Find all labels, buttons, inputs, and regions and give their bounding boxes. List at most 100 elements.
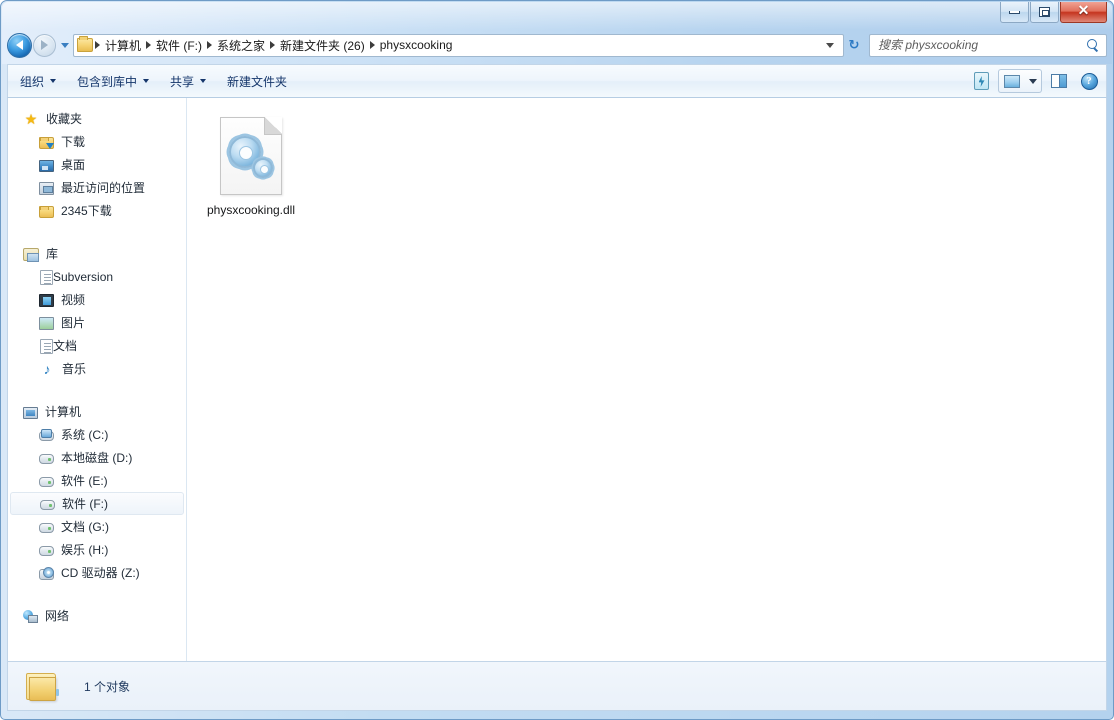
recent-pages-dropdown-icon[interactable] [61, 42, 69, 48]
search-input[interactable] [878, 38, 1087, 52]
menu-share[interactable]: 共享 [161, 69, 215, 93]
sidebar-header-network[interactable]: 网络 [8, 604, 186, 627]
video-icon [39, 294, 54, 307]
sidebar-item-drive-g[interactable]: 文档 (G:) [8, 515, 186, 538]
sidebar-item-drive-z[interactable]: CD 驱动器 (Z:) [8, 561, 186, 584]
sidebar-item-desktop-label: 桌面 [61, 157, 86, 172]
sidebar-item-documents[interactable]: 文档 [8, 334, 186, 357]
drive-icon [40, 500, 55, 510]
navigation-buttons [7, 32, 73, 58]
breadcrumb-item-4[interactable]: physxcooking [376, 36, 457, 54]
explorer-window: ✕ 计算机 软件 (F:) 系统之家 新建文件夹 (26) physxcooki… [0, 0, 1114, 720]
sidebar-item-drive-z-label: CD 驱动器 (Z:) [61, 565, 140, 580]
breadcrumb-item-3[interactable]: 新建文件夹 (26) [276, 35, 369, 56]
sidebar-item-2345-downloads[interactable]: 2345下载 [8, 199, 186, 222]
recent-places-icon [39, 182, 54, 195]
minimize-button[interactable] [1000, 2, 1029, 23]
music-icon: ♪ [43, 360, 51, 377]
menu-share-label: 共享 [170, 74, 195, 89]
breadcrumb-separator-icon [146, 41, 152, 49]
file-list-pane[interactable]: physxcooking.dll [187, 98, 1106, 662]
refresh-icon: ↻ [848, 37, 860, 52]
chevron-down-icon [1028, 78, 1037, 84]
sidebar-item-drive-h[interactable]: 娱乐 (H:) [8, 538, 186, 561]
forward-arrow-icon [41, 40, 48, 50]
sidebar-item-downloads[interactable]: 下载 [8, 130, 186, 153]
sidebar-item-subversion[interactable]: Subversion [8, 265, 186, 288]
navigation-pane: ★ 收藏夹 下载 桌面 最近访问的位置 2345下载 库 Subversion … [8, 98, 187, 662]
folder-icon [39, 205, 54, 218]
window-body: ★ 收藏夹 下载 桌面 最近访问的位置 2345下载 库 Subversion … [7, 98, 1107, 662]
network-icon [23, 610, 38, 623]
search-box[interactable] [869, 33, 1107, 57]
address-bar[interactable]: 计算机 软件 (F:) 系统之家 新建文件夹 (26) physxcooking [73, 33, 844, 57]
drive-icon [39, 477, 54, 487]
maximize-button[interactable] [1030, 2, 1059, 23]
sidebar-item-pictures[interactable]: 图片 [8, 311, 186, 334]
change-view-button[interactable] [998, 69, 1024, 93]
sidebar-item-music[interactable]: ♪ 音乐 [8, 357, 186, 380]
breadcrumb-separator-icon [95, 41, 100, 49]
breadcrumb-separator-icon [369, 41, 375, 49]
drive-icon [39, 523, 54, 533]
sidebar-item-drive-g-label: 文档 (G:) [61, 519, 109, 534]
help-icon: ? [1080, 72, 1098, 90]
refresh-button[interactable]: ↻ [844, 35, 864, 56]
sidebar-header-favorites[interactable]: ★ 收藏夹 [8, 107, 186, 130]
downloads-folder-icon [39, 136, 54, 149]
menu-include-in-library-label: 包含到库中 [77, 74, 138, 89]
drive-icon [39, 454, 54, 464]
sidebar-item-recent-places[interactable]: 最近访问的位置 [8, 176, 186, 199]
folder-icon [26, 671, 60, 701]
sidebar-header-network-label: 网络 [45, 608, 70, 623]
breadcrumb-item-0[interactable]: 计算机 [101, 35, 145, 56]
view-options-dropdown[interactable] [1024, 69, 1042, 93]
organize-tool-button[interactable] [968, 69, 994, 93]
cd-drive-icon [39, 566, 54, 580]
menu-include-in-library[interactable]: 包含到库中 [68, 69, 158, 93]
sidebar-header-computer[interactable]: 计算机 [8, 400, 186, 423]
chevron-down-icon [200, 79, 207, 83]
gear-small-icon [253, 158, 273, 178]
sidebar-item-videos-label: 视频 [61, 292, 86, 307]
back-button[interactable] [7, 32, 32, 58]
sidebar-header-libraries[interactable]: 库 [8, 242, 186, 265]
address-history-chevron-down-icon[interactable] [826, 42, 834, 48]
status-bar: 1 个对象 [7, 661, 1107, 711]
forward-button[interactable] [33, 33, 56, 57]
drive-icon [39, 546, 54, 556]
sidebar-item-drive-c[interactable]: 系统 (C:) [8, 423, 186, 446]
sidebar-item-pictures-label: 图片 [61, 315, 86, 330]
address-bar-row: 计算机 软件 (F:) 系统之家 新建文件夹 (26) physxcooking… [7, 32, 1107, 58]
menu-organize[interactable]: 组织 [11, 69, 65, 93]
breadcrumb-item-1[interactable]: 软件 (F:) [152, 35, 206, 56]
sidebar-item-videos[interactable]: 视频 [8, 288, 186, 311]
sidebar-item-subversion-label: Subversion [53, 269, 114, 284]
sidebar-item-recent-places-label: 最近访问的位置 [61, 180, 146, 195]
minimize-icon [1009, 10, 1020, 14]
help-button[interactable]: ? [1076, 69, 1102, 93]
sidebar-item-2345-downloads-label: 2345下载 [61, 203, 112, 218]
file-item[interactable]: physxcooking.dll [201, 110, 301, 218]
sidebar-header-libraries-label: 库 [46, 246, 59, 261]
system-drive-icon [39, 429, 54, 441]
sidebar-item-desktop[interactable]: 桌面 [8, 153, 186, 176]
preview-pane-button[interactable] [1046, 69, 1072, 93]
menu-new-folder[interactable]: 新建文件夹 [218, 69, 296, 93]
sidebar-item-drive-f[interactable]: 软件 (F:) [10, 492, 184, 515]
sidebar-item-drive-e[interactable]: 软件 (E:) [8, 469, 186, 492]
library-icon [23, 248, 39, 262]
sidebar-item-drive-d[interactable]: 本地磁盘 (D:) [8, 446, 186, 469]
restore-icon [1039, 7, 1050, 17]
nav-group-computer: 计算机 系统 (C:) 本地磁盘 (D:) 软件 (E:) 软件 (F:) 文档… [8, 400, 186, 584]
close-button[interactable]: ✕ [1060, 2, 1107, 23]
pictures-icon [39, 317, 54, 330]
desktop-icon [39, 159, 54, 172]
breadcrumb-item-2[interactable]: 系统之家 [213, 35, 269, 56]
sidebar-item-drive-h-label: 娱乐 (H:) [61, 542, 109, 557]
sidebar-item-drive-c-label: 系统 (C:) [61, 427, 109, 442]
status-item-count: 1 个对象 [84, 679, 131, 694]
search-icon[interactable] [1087, 38, 1100, 52]
